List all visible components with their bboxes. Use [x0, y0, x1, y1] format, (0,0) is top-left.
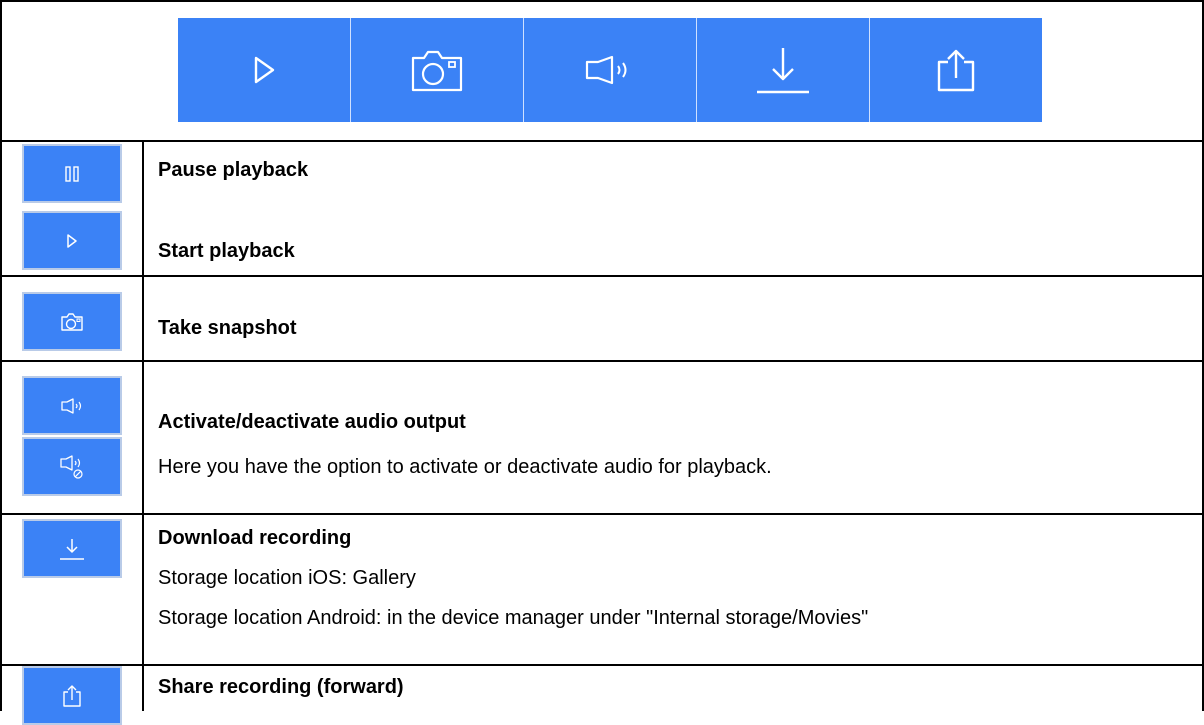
row-divider	[0, 360, 1204, 362]
toolbar-share-button[interactable]	[870, 18, 1042, 122]
row-divider	[0, 513, 1204, 515]
row-divider	[0, 275, 1204, 277]
pause-button[interactable]	[22, 144, 122, 203]
storage-location-ios: Storage location iOS: Gallery	[158, 567, 416, 589]
audio-on-button[interactable]	[22, 376, 122, 435]
camera-icon	[61, 312, 83, 331]
snapshot-button[interactable]	[22, 292, 122, 351]
table-border-top	[0, 0, 1204, 2]
audio-output-description: Here you have the option to activate or …	[158, 456, 772, 478]
take-snapshot-title: Take snapshot	[158, 317, 297, 339]
pause-icon	[65, 165, 79, 182]
pause-playback-title: Pause playback	[158, 159, 309, 181]
speaker-icon	[585, 55, 627, 85]
playback-toolbar	[178, 18, 1042, 122]
table-border-left	[0, 0, 2, 711]
share-icon	[937, 49, 975, 92]
row-divider	[0, 664, 1204, 666]
download-icon	[60, 538, 84, 560]
play-icon	[254, 56, 275, 84]
storage-location-android: Storage location Android: in the device …	[158, 607, 869, 629]
play-button[interactable]	[22, 211, 122, 270]
row-divider	[0, 140, 1204, 142]
toolbar-snapshot-button[interactable]	[351, 18, 524, 122]
play-icon	[67, 233, 77, 248]
speaker-icon	[61, 397, 82, 414]
audio-off-button[interactable]	[22, 437, 122, 496]
download-button[interactable]	[22, 519, 122, 578]
speaker-muted-icon	[60, 454, 83, 479]
toolbar-audio-button[interactable]	[524, 18, 697, 122]
column-divider	[142, 140, 144, 711]
download-recording-title: Download recording	[158, 527, 352, 549]
start-playback-title: Start playback	[158, 240, 295, 262]
toolbar-download-button[interactable]	[697, 18, 870, 122]
share-recording-title: Share recording (forward)	[158, 676, 404, 698]
share-icon	[63, 684, 81, 707]
help-table: Pause playback Start playback Take snaps…	[0, 0, 1204, 725]
share-button[interactable]	[22, 666, 122, 725]
toolbar-play-button[interactable]	[178, 18, 351, 122]
download-icon	[757, 48, 809, 94]
camera-icon	[411, 50, 463, 92]
audio-output-title: Activate/deactivate audio output	[158, 411, 466, 433]
